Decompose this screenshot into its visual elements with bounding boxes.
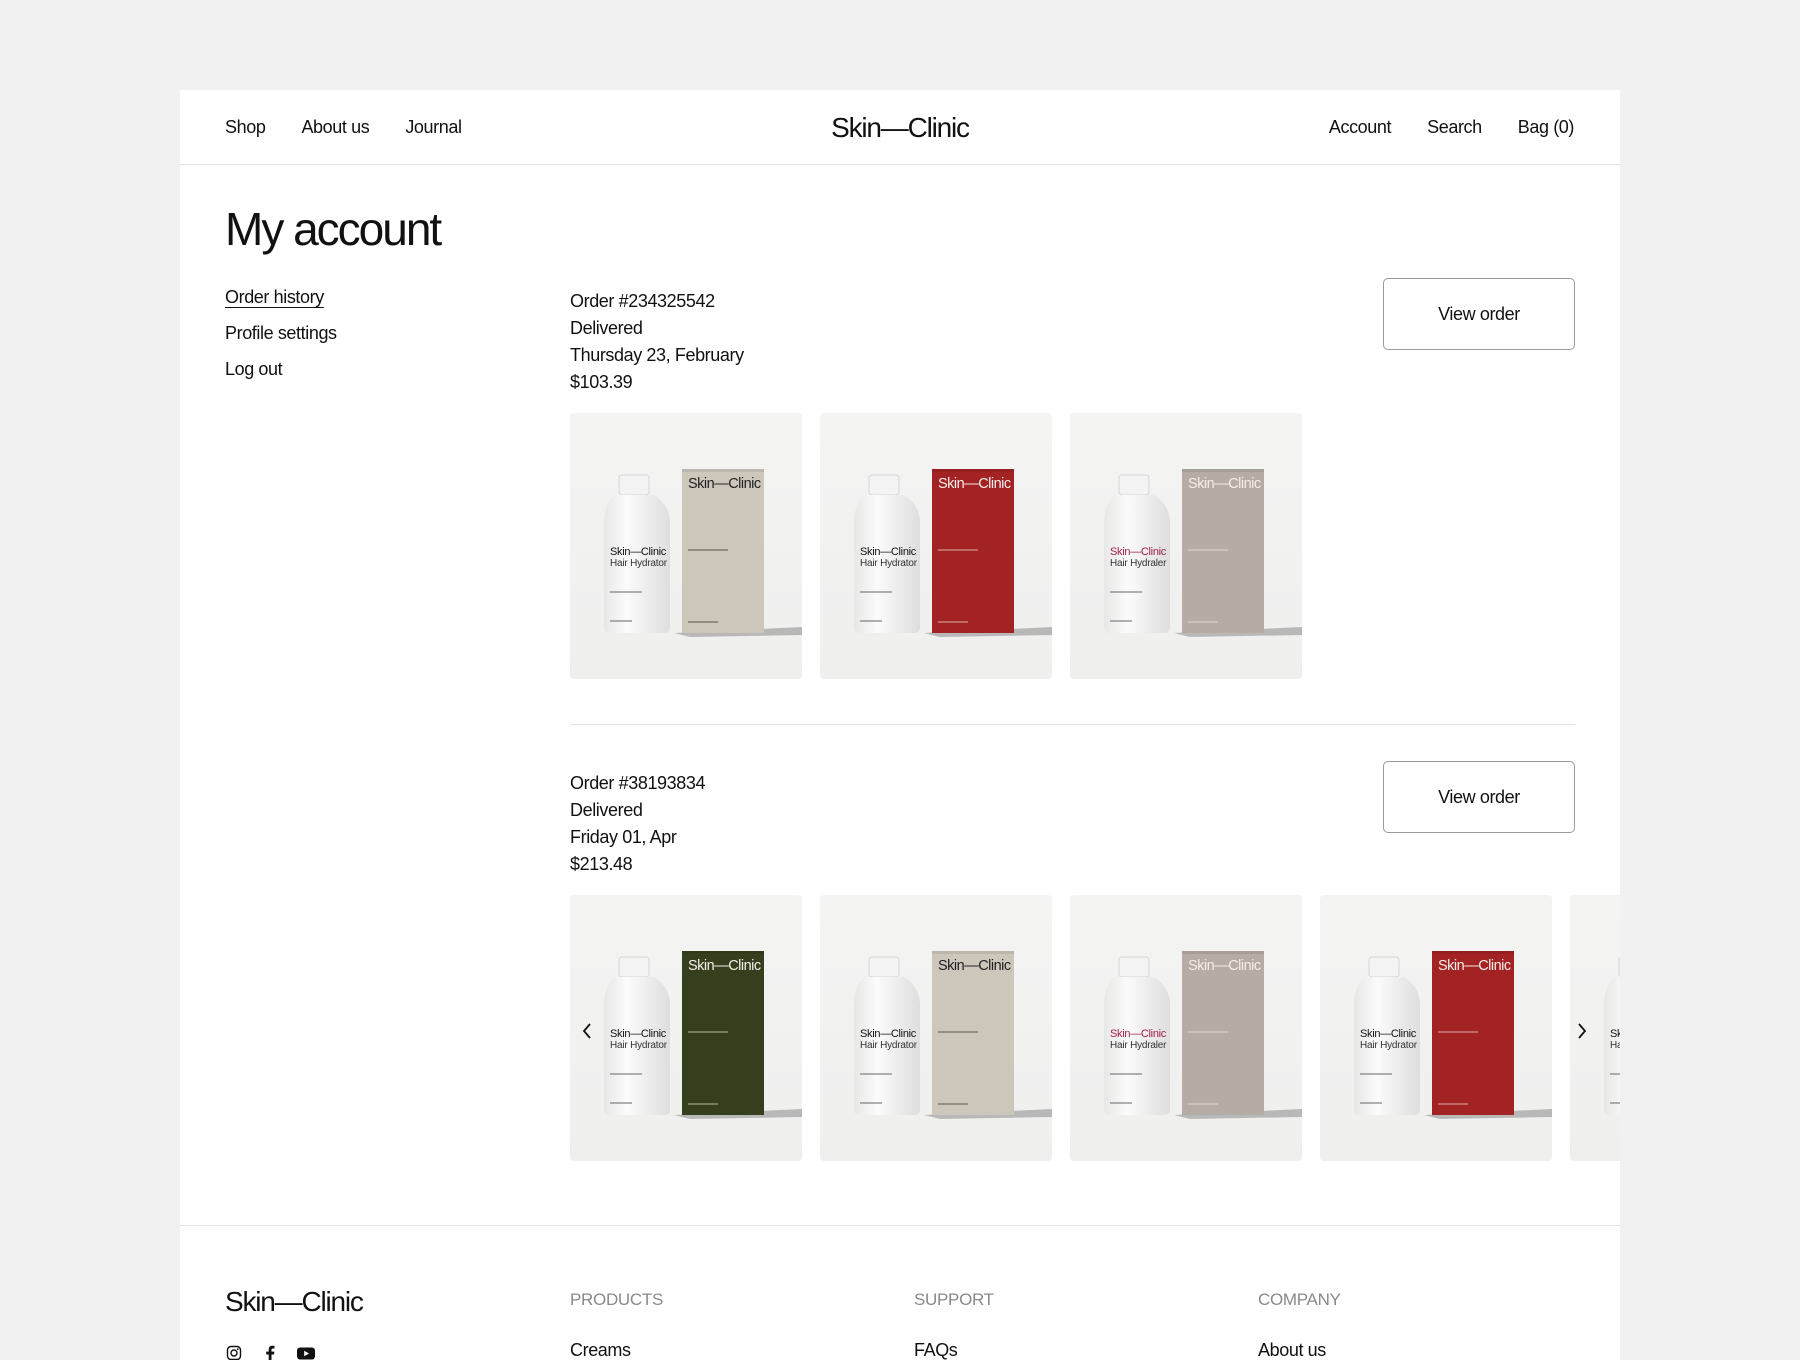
footer-heading: PRODUCTS — [570, 1290, 663, 1309]
product-thumbnail[interactable]: Skin—Clinic Skin—Clinic Hair Hydrator — [820, 895, 1052, 1161]
product-thumbnail[interactable]: Skin—Clinic Skin—Clinic Hair Hydraler — [1070, 413, 1302, 679]
product-image: Skin—Clinic Skin—Clinic Hair Hydraler — [1070, 895, 1302, 1161]
product-thumbnail[interactable]: Skin—Clinic Skin—Clinic Hair Hydrator — [570, 895, 802, 1161]
footer-column-support: SUPPORT FAQs — [914, 1290, 994, 1360]
svg-text:Skin—Clinic: Skin—Clinic — [860, 546, 917, 558]
svg-text:Hair Hydrator: Hair Hydrator — [610, 558, 668, 569]
page-frame: Shop About us Journal Skin—Clinic Accoun… — [180, 90, 1620, 1360]
chevron-right-icon[interactable] — [1567, 1016, 1597, 1046]
product-image: Skin—Clinic Skin—Clinic Hair Hydrator — [820, 895, 1052, 1161]
menu-order-history[interactable]: Order history — [225, 286, 337, 322]
svg-text:Skin—Clinic: Skin—Clinic — [1360, 1028, 1417, 1040]
order-card: Order #234325542 Delivered Thursday 23, … — [570, 278, 1575, 688]
svg-text:Skin—Clinic: Skin—Clinic — [1188, 958, 1261, 974]
account-menu: Order history Profile settings Log out — [225, 286, 337, 394]
social-links — [225, 1344, 315, 1360]
utility-nav: Account Search Bag (0) — [1329, 90, 1575, 165]
svg-text:Hair Hydraler: Hair Hydraler — [1110, 558, 1167, 569]
product-thumbnail[interactable]: Skin—Clinic Skin—Clinic Hair Hydrator — [820, 413, 1052, 679]
footer-column-company: COMPANY About us — [1258, 1290, 1341, 1360]
nav-search[interactable]: Search — [1427, 117, 1482, 138]
order-divider — [570, 724, 1575, 725]
svg-text:Skin—Clinic: Skin—Clinic — [1110, 1028, 1167, 1040]
product-image: Skin—Clinic Skin—Clinic Hair Hydrator — [570, 413, 802, 679]
footer-link-about-us[interactable]: About us — [1258, 1340, 1341, 1360]
svg-text:Hair Hydrator: Hair Hydrator — [1360, 1040, 1418, 1051]
product-image: Skin—Clinic Skin—Clinic Hair Hydrator — [1320, 895, 1552, 1161]
svg-text:Skin—Clinic: Skin—Clinic — [1110, 546, 1167, 558]
order-total: $213.48 — [570, 854, 633, 874]
nav-account[interactable]: Account — [1329, 117, 1392, 138]
svg-text:Skin—Clinic: Skin—Clinic — [1438, 958, 1511, 974]
order-products: Skin—Clinic Skin—Clinic Hair Hydrator Sk… — [570, 413, 1302, 679]
footer-heading: COMPANY — [1258, 1290, 1341, 1309]
svg-text:Hair Hydrator: Hair Hydrator — [610, 1040, 668, 1051]
product-image: Skin—Clinic Skin—Clinic Hair Hydrator — [570, 895, 802, 1161]
view-order-button[interactable]: View order — [1383, 278, 1575, 350]
menu-profile-settings[interactable]: Profile settings — [225, 322, 337, 358]
svg-text:Hair Hydraler: Hair Hydraler — [1110, 1040, 1167, 1051]
chevron-left-icon[interactable] — [572, 1016, 602, 1046]
order-card: Order #38193834 Delivered Friday 01, Apr… — [570, 761, 1620, 1170]
svg-text:Skin—Clinic: Skin—Clinic — [610, 1028, 667, 1040]
order-products-carousel: Skin—Clinic Skin—Clinic Hair Hydrator Sk… — [570, 895, 1620, 1161]
svg-text:Hai: Hai — [1610, 1040, 1620, 1051]
nav-bag[interactable]: Bag (0) — [1518, 117, 1575, 138]
svg-text:Skin—Clinic: Skin—Clinic — [938, 476, 1011, 492]
facebook-icon[interactable] — [261, 1344, 279, 1360]
view-order-button[interactable]: View order — [1383, 761, 1575, 833]
product-image: Skin—Clinic Skin—Clinic Hair Hydraler — [1070, 413, 1302, 679]
menu-log-out[interactable]: Log out — [225, 358, 337, 394]
instagram-icon[interactable] — [225, 1344, 243, 1360]
svg-text:Hair Hydrator: Hair Hydrator — [860, 558, 918, 569]
site-footer: Skin—Clinic PRODUCTS Creams SUPPORT FAQs… — [180, 1225, 1620, 1360]
product-image: Skin—Clinic Skin—Clinic Hair Hydrator — [820, 413, 1052, 679]
youtube-icon[interactable] — [297, 1344, 315, 1360]
svg-text:Skin—Clinic: Skin—Clinic — [688, 958, 761, 974]
product-thumbnail[interactable]: Skin—Clinic Skin—Clinic Hair Hydrator — [570, 413, 802, 679]
svg-text:Skin—Clinic: Skin—Clinic — [860, 1028, 917, 1040]
footer-link-creams[interactable]: Creams — [570, 1340, 663, 1360]
svg-text:Skin—Clinic: Skin—Clinic — [688, 476, 761, 492]
footer-logo[interactable]: Skin—Clinic — [225, 1286, 364, 1318]
svg-text:Skin—Clinic: Skin—Clinic — [938, 958, 1011, 974]
footer-column-products: PRODUCTS Creams — [570, 1290, 663, 1360]
footer-link-faqs[interactable]: FAQs — [914, 1340, 994, 1360]
svg-text:Ski: Ski — [1610, 1028, 1620, 1040]
site-header: Shop About us Journal Skin—Clinic Accoun… — [180, 90, 1620, 165]
footer-heading: SUPPORT — [914, 1290, 994, 1309]
page-title: My account — [225, 203, 442, 255]
product-thumbnail[interactable]: Skin—Clinic Skin—Clinic Hair Hydraler — [1070, 895, 1302, 1161]
svg-text:Skin—Clinic: Skin—Clinic — [1188, 476, 1261, 492]
order-total: $103.39 — [570, 372, 633, 392]
product-thumbnail[interactable]: Skin—Clinic Skin—Clinic Hair Hydrator — [1320, 895, 1552, 1161]
svg-text:Skin—Clinic: Skin—Clinic — [610, 546, 667, 558]
svg-text:Hair Hydrator: Hair Hydrator — [860, 1040, 918, 1051]
